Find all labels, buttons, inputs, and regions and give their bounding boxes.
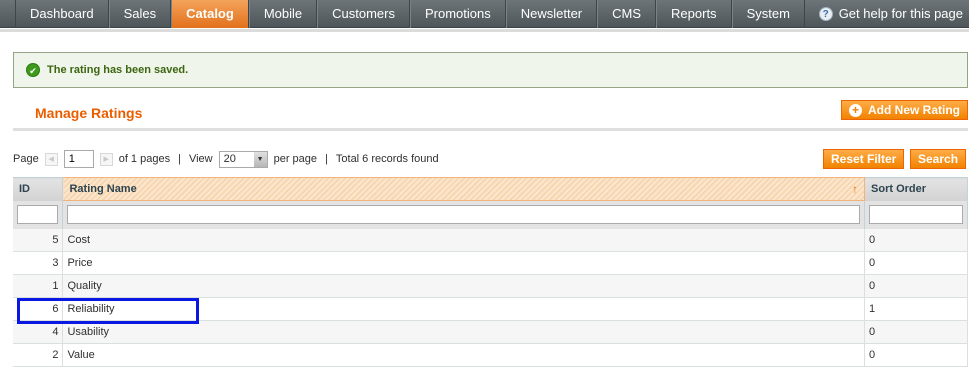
- per-page-select[interactable]: 20 ▼: [218, 150, 268, 168]
- reset-filter-button[interactable]: Reset Filter: [823, 149, 905, 169]
- filter-cell-id: [13, 200, 64, 229]
- cell-rating-name: Value: [62, 343, 866, 367]
- page-number-input[interactable]: [63, 150, 94, 168]
- nav-item-sales[interactable]: Sales: [108, 0, 172, 28]
- nav-item-reports[interactable]: Reports: [656, 0, 732, 28]
- add-new-rating-button[interactable]: + Add New Rating: [841, 100, 968, 120]
- of-pages-label: of 1 pages: [118, 153, 171, 165]
- cell-sort-order: 1: [864, 297, 968, 321]
- chevron-down-icon: ▼: [253, 151, 267, 167]
- add-new-rating-label: Add New Rating: [868, 103, 960, 117]
- title-divider: [13, 128, 968, 131]
- cell-id: 3: [13, 251, 64, 275]
- cell-sort-order: 0: [864, 320, 968, 344]
- pager-separator: |: [325, 153, 328, 165]
- grid-pager: Page ◀ ▶ of 1 pages | View 20 ▼ per page…: [13, 149, 439, 169]
- cell-id: 1: [13, 274, 64, 298]
- help-link[interactable]: ? Get help for this page: [818, 0, 963, 28]
- filter-id-input[interactable]: [17, 205, 59, 224]
- view-label: View: [188, 153, 213, 165]
- per-page-value: 20: [223, 153, 236, 165]
- help-link-label: Get help for this page: [838, 6, 963, 21]
- top-navigation: Dashboard Sales Catalog Mobile Customers…: [0, 0, 969, 28]
- table-row[interactable]: 6 Reliability 1: [13, 297, 968, 321]
- table-row[interactable]: 4 Usability 0: [13, 320, 968, 344]
- filter-cell-rating-name: [62, 200, 866, 229]
- table-row[interactable]: 5 Cost 0: [13, 228, 968, 252]
- filter-rating-name-input[interactable]: [67, 205, 861, 225]
- cell-id: 4: [13, 320, 64, 344]
- cell-sort-order: 0: [864, 228, 968, 252]
- sort-ascending-icon: ↑: [852, 182, 859, 196]
- nav-menu: Dashboard Sales Catalog Mobile Customers…: [15, 0, 805, 28]
- cell-rating-name: Cost: [62, 228, 866, 252]
- nav-divider: [0, 29, 969, 32]
- cell-sort-order: 0: [864, 343, 968, 367]
- cell-rating-name: Price: [62, 251, 866, 275]
- plus-icon: +: [849, 103, 862, 117]
- filter-sort-order-input[interactable]: [869, 205, 963, 224]
- cell-rating-name: Reliability: [62, 297, 866, 321]
- cell-rating-name: Usability: [62, 320, 866, 344]
- success-check-icon: ✔: [26, 63, 40, 77]
- per-page-label: per page: [273, 153, 318, 165]
- cell-id: 2: [13, 343, 64, 367]
- column-header-sort-order[interactable]: Sort Order: [864, 177, 968, 201]
- nav-item-catalog[interactable]: Catalog: [171, 0, 249, 28]
- next-page-icon[interactable]: ▶: [99, 152, 113, 166]
- nav-item-cms[interactable]: CMS: [597, 0, 657, 28]
- nav-item-system[interactable]: System: [731, 0, 805, 28]
- previous-page-icon[interactable]: ◀: [44, 152, 58, 166]
- nav-item-dashboard[interactable]: Dashboard: [15, 0, 109, 28]
- table-row[interactable]: 1 Quality 0: [13, 274, 968, 298]
- help-circle-icon: ?: [818, 7, 833, 21]
- cell-rating-name: Quality: [62, 274, 866, 298]
- table-row[interactable]: 2 Value 0: [13, 343, 968, 367]
- search-button[interactable]: Search: [910, 149, 967, 169]
- column-header-rating-name-label: Rating Name: [69, 183, 137, 195]
- column-header-rating-name[interactable]: Rating Name ↑: [62, 177, 866, 201]
- cell-id: 6: [13, 297, 64, 321]
- pager-separator: |: [178, 153, 181, 165]
- ratings-grid: ID Rating Name ↑ Sort Order 5 Cost 0 3 P…: [13, 177, 968, 367]
- page-label: Page: [13, 153, 39, 165]
- cell-sort-order: 0: [864, 251, 968, 275]
- success-message-text: The rating has been saved.: [47, 64, 189, 76]
- grid-header-row: ID Rating Name ↑ Sort Order: [13, 177, 968, 201]
- cell-sort-order: 0: [864, 274, 968, 298]
- nav-item-mobile[interactable]: Mobile: [248, 0, 318, 28]
- total-records-label: Total 6 records found: [335, 153, 439, 165]
- cell-id: 5: [13, 228, 64, 252]
- success-message: ✔ The rating has been saved.: [13, 52, 968, 88]
- nav-item-customers[interactable]: Customers: [317, 0, 410, 28]
- column-header-id[interactable]: ID: [13, 177, 64, 201]
- filter-cell-sort-order: [864, 200, 968, 229]
- nav-item-newsletter[interactable]: Newsletter: [505, 0, 598, 28]
- grid-filter-row: [13, 200, 968, 229]
- table-row[interactable]: 3 Price 0: [13, 251, 968, 275]
- nav-item-promotions[interactable]: Promotions: [409, 0, 506, 28]
- page-title: Manage Ratings: [35, 105, 143, 121]
